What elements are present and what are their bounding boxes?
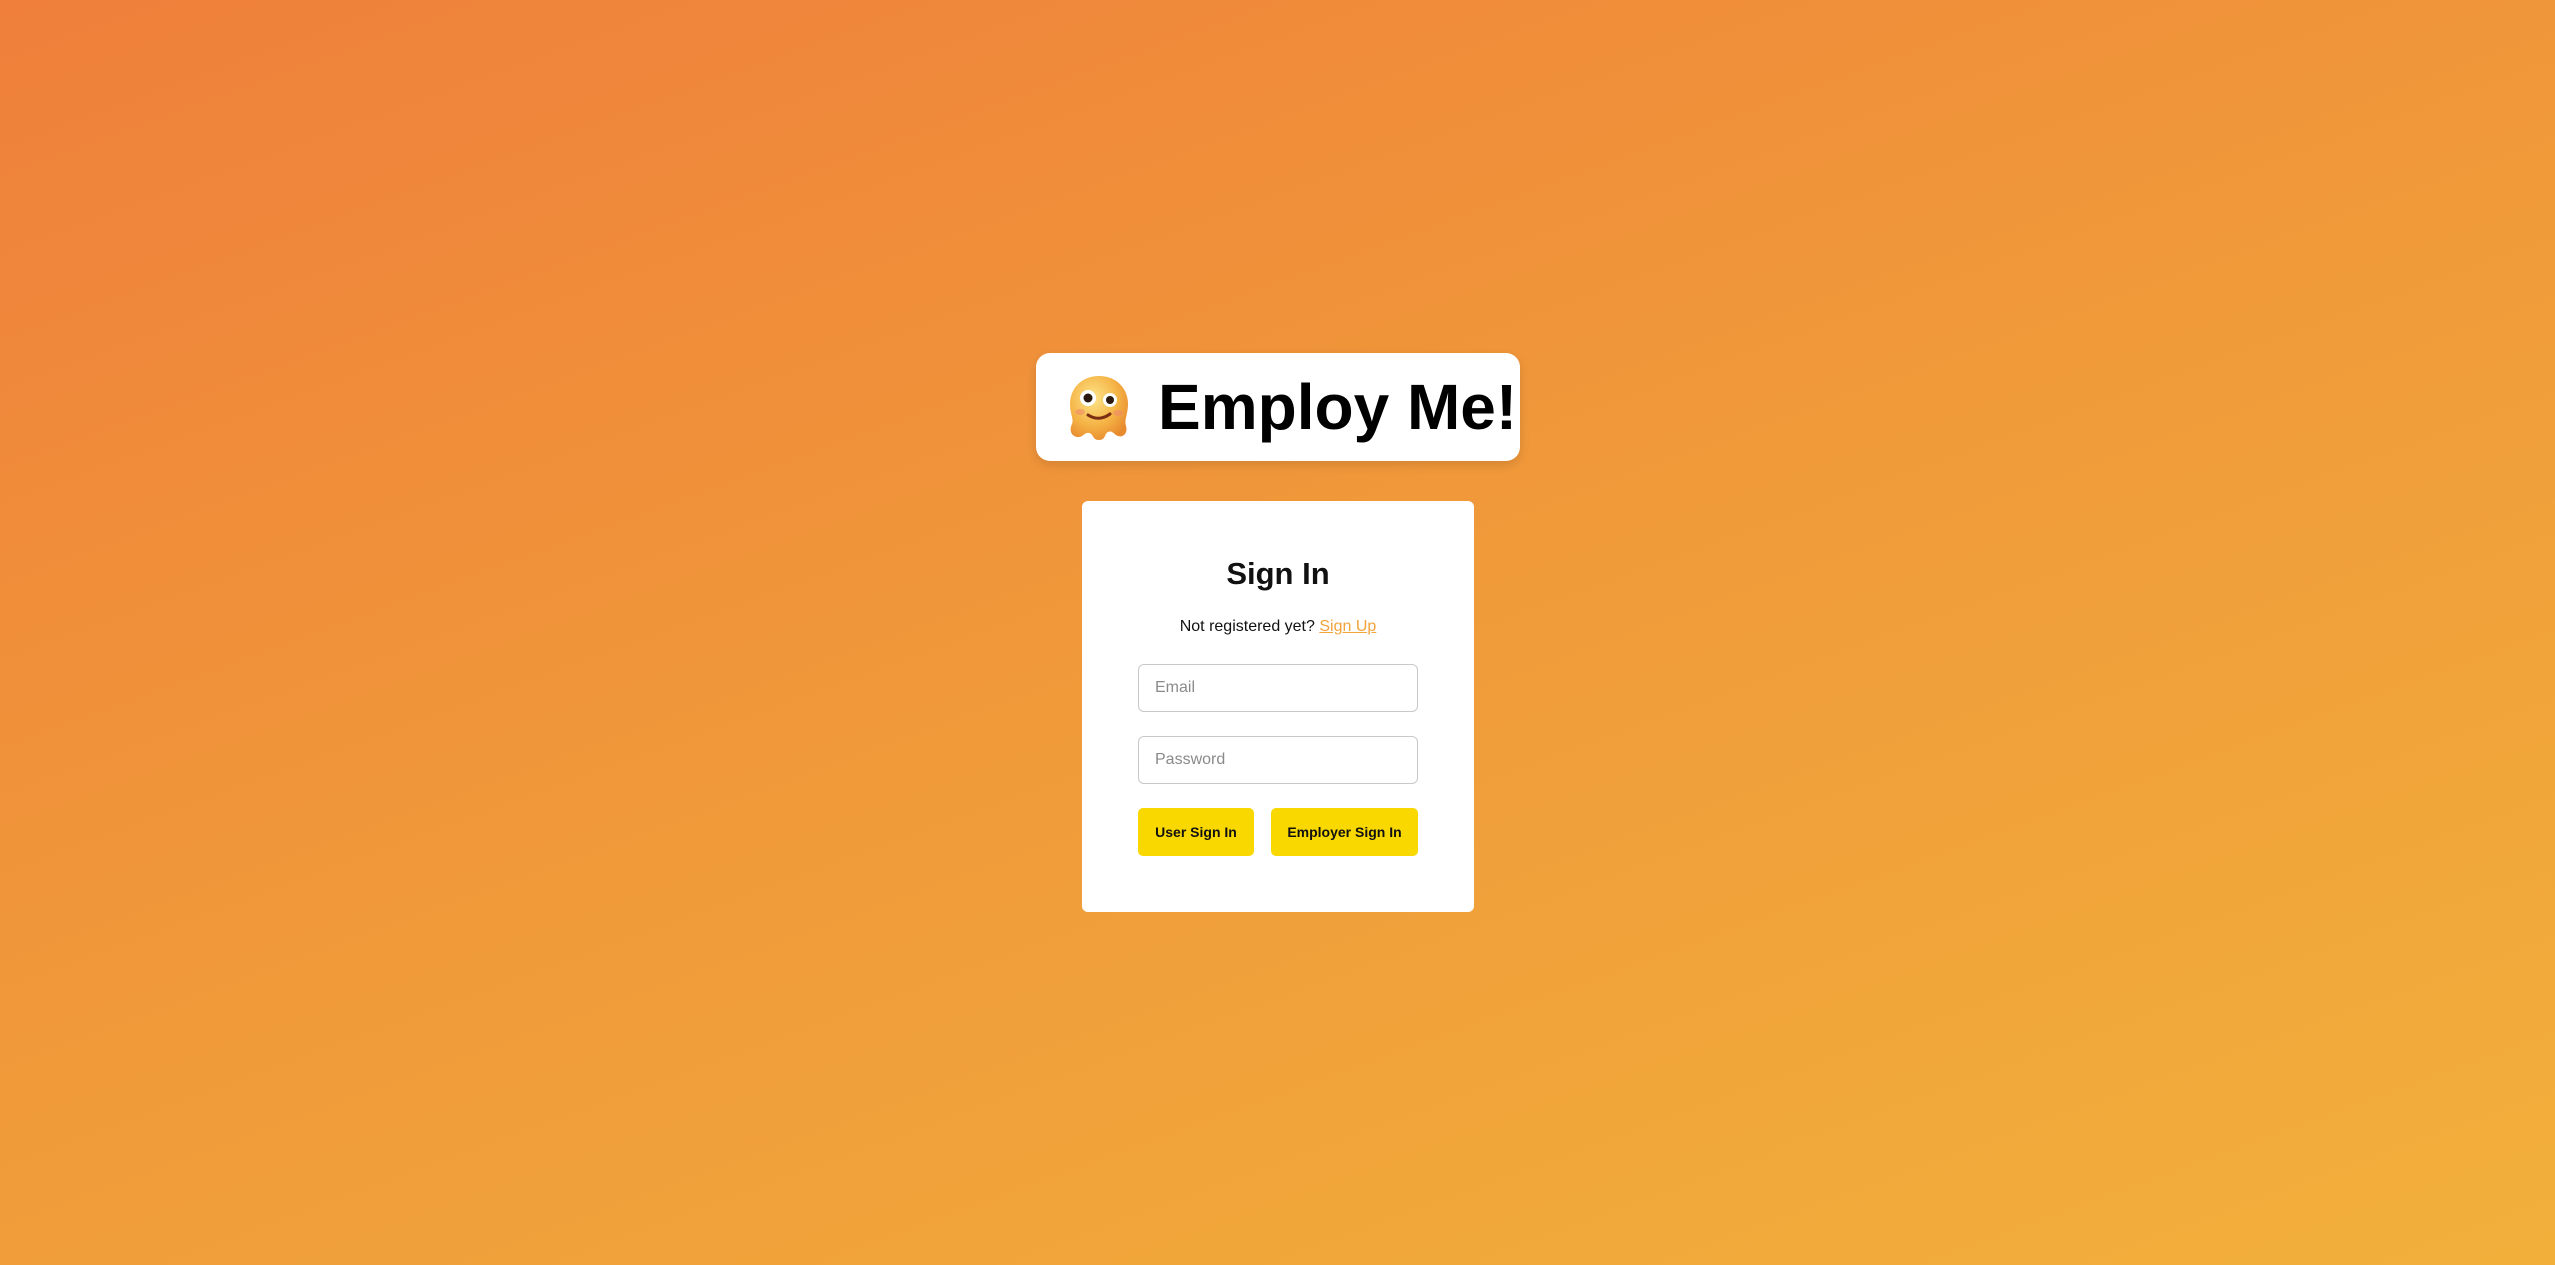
app-title: Employ Me! [1158, 371, 1518, 443]
employer-sign-in-button[interactable]: Employer Sign In [1271, 808, 1418, 856]
password-field[interactable] [1138, 736, 1418, 784]
sign-in-card: Sign In Not registered yet? Sign Up User… [1082, 501, 1474, 912]
email-field[interactable] [1138, 664, 1418, 712]
page-title: Sign In [1226, 556, 1330, 591]
user-sign-in-button[interactable]: User Sign In [1138, 808, 1254, 856]
signup-prompt-row: Not registered yet? Sign Up [1082, 618, 1474, 636]
melting-face-emoji-icon [1070, 376, 1128, 440]
signup-link[interactable]: Sign Up [1319, 618, 1376, 635]
brand-header: Employ Me! [1036, 353, 1520, 461]
signup-prompt-text: Not registered yet? [1179, 618, 1315, 635]
